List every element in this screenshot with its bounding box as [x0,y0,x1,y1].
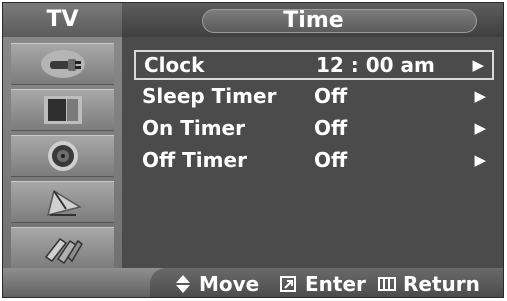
menu-item-label: On Timer [142,116,245,140]
sidebar-item-sound[interactable] [11,135,114,177]
menu-item-value: 12 : 00 am [316,53,435,77]
submenu-arrow-icon: ▶ [474,151,486,169]
enter-icon [280,276,296,292]
hint-return: Return [377,270,480,297]
menu-item-label: Off Timer [142,148,247,172]
submenu-arrow-icon: ▶ [472,56,484,74]
return-menu-icon [378,277,396,291]
sidebar-title: TV [3,3,122,37]
hint-enter: Enter [279,270,366,297]
time-menu: Clock 12 : 00 am ▶ Sleep Timer Off ▶ On … [134,50,494,178]
menu-item-off-timer[interactable]: Off Timer Off ▶ [134,146,494,174]
menu-item-sleep-timer[interactable]: Sleep Timer Off ▶ [134,82,494,110]
header-bar: Time [122,3,503,37]
input-plug-icon [40,50,85,78]
menu-item-value: Off [314,84,348,108]
menu-item-label: Sleep Timer [142,84,277,108]
menu-item-value: Off [314,116,348,140]
hint-enter-label: Enter [305,272,366,296]
submenu-arrow-icon: ▶ [474,87,486,105]
menu-item-value: Off [314,148,348,172]
sidebar-item-setup[interactable] [11,227,114,269]
antenna-dish-icon [46,189,82,217]
hint-return-label: Return [403,272,480,296]
menu-item-on-timer[interactable]: On Timer Off ▶ [134,114,494,142]
setup-icon [44,237,83,265]
tv-osd-window: TV Time Clock 12: 00 am ▶ Sleep Timer O… [2,2,504,298]
picture-icon [43,96,82,124]
menu-item-label: Clock [144,53,205,77]
sidebar-item-input[interactable] [11,43,114,85]
submenu-arrow-icon: ▶ [474,119,486,137]
hint-move: Move [173,270,260,297]
page-title: Time [283,8,344,33]
sidebar: TV [3,3,122,297]
menu-item-clock[interactable]: Clock 12 : 00 am ▶ [134,50,494,80]
up-down-arrow-icon [176,275,190,293]
hint-move-label: Move [199,272,260,296]
speaker-icon [47,141,78,171]
sidebar-item-channel[interactable] [11,181,114,223]
sidebar-item-picture[interactable] [11,89,114,131]
